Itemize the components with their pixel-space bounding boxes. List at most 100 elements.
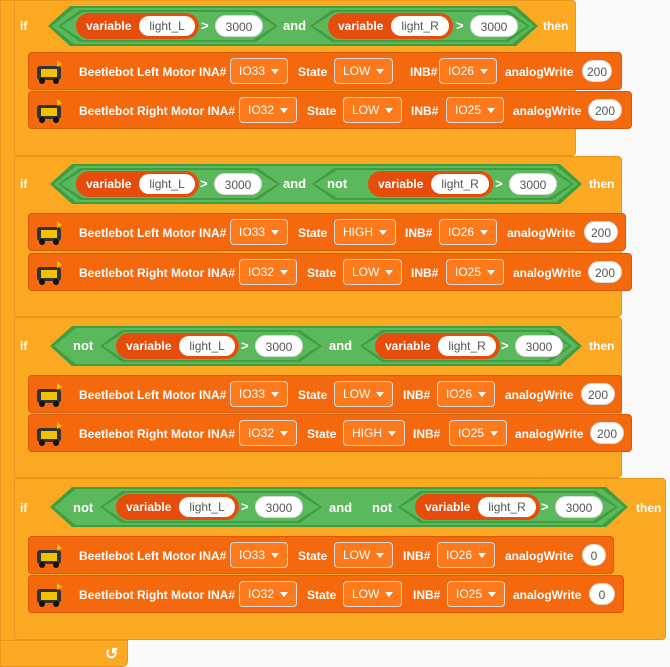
left-motor-label: Beetlebot Left Motor INA# [79,226,227,240]
var-name[interactable]: light_L [179,336,235,356]
state-dropdown[interactable]: LOW [343,97,403,123]
variable-block[interactable]: variable light_L [116,494,239,520]
value-input[interactable]: 3000 [255,496,303,518]
state-dropdown[interactable]: LOW [334,381,394,407]
if-label: if [20,19,28,33]
left-motor-block[interactable]: Beetlebot Left Motor INA# IO33 State LOW… [28,536,614,574]
variable-block[interactable]: variable light_R [328,13,453,39]
inb-dropdown[interactable]: IO25 [446,97,505,123]
value-input[interactable]: 3000 [214,173,262,195]
not-label: not [73,338,94,353]
ina-dropdown[interactable]: IO33 [230,381,289,407]
inb-value: IO26 [448,64,475,78]
right-motor-block[interactable]: Beetlebot Right Motor INA# IO32 State LO… [28,575,624,613]
inb-dropdown[interactable]: IO25 [446,259,505,285]
inb-dropdown[interactable]: IO25 [449,420,508,446]
chevron-down-icon [480,229,489,235]
loop-block-footer[interactable]: ↺ [0,640,128,667]
inb-label: INB# [403,549,431,563]
if-label: if [20,177,28,191]
pwm-input[interactable]: 200 [584,221,618,243]
variable-label: variable [126,500,172,514]
not-label: not [372,500,393,515]
state-dropdown[interactable]: HIGH [343,420,405,446]
then-label: then [589,177,615,191]
beetlebot-icon [37,544,62,568]
pwm-input[interactable]: 200 [581,383,615,405]
ina-dropdown[interactable]: IO32 [239,581,298,607]
state-dropdown[interactable]: HIGH [334,219,396,245]
chevron-down-icon [385,269,394,275]
var-name[interactable]: light_L [139,16,195,36]
ina-value: IO32 [248,265,275,279]
analog-label: analogWrite [515,427,584,441]
state-label: State [298,388,328,402]
value-input[interactable]: 3000 [215,15,263,37]
state-dropdown[interactable]: LOW [334,542,394,568]
state-value: LOW [343,387,371,401]
pwm-input[interactable]: 200 [590,422,624,444]
if-label: if [20,501,28,515]
value-input[interactable]: 3000 [255,335,303,357]
left-motor-block[interactable]: Beetlebot Left Motor INA# IO33 State LOW… [28,52,622,90]
var-name[interactable]: light_L [179,497,235,517]
gt-op: > [501,338,509,353]
right-motor-block[interactable]: Beetlebot Right Motor INA# IO32 State LO… [28,253,632,291]
ina-dropdown[interactable]: IO33 [230,58,289,84]
var-name[interactable]: light_R [431,174,489,194]
value-input[interactable]: 3000 [509,173,557,195]
pwm-input[interactable]: 200 [582,60,612,82]
left-motor-block[interactable]: Beetlebot Left Motor INA# IO33 State LOW… [28,375,622,413]
and-label: and [283,18,307,33]
ina-dropdown[interactable]: IO32 [239,259,298,285]
inb-dropdown[interactable]: IO26 [437,381,496,407]
variable-block[interactable]: variable light_L [116,333,239,359]
variable-block[interactable]: variable light_R [415,494,540,520]
state-dropdown[interactable]: LOW [334,58,394,84]
value-input[interactable]: 3000 [515,335,563,357]
analog-label: analogWrite [513,588,582,602]
state-label: State [298,549,328,563]
var-name[interactable]: light_R [391,16,449,36]
gt-op: > [241,499,249,514]
and-label: and [329,338,353,353]
beetlebot-icon [37,422,62,446]
value-input[interactable]: 3000 [555,496,603,518]
chevron-down-icon [385,591,394,597]
pwm-input[interactable]: 200 [588,99,622,121]
right-motor-block[interactable]: Beetlebot Right Motor INA# IO32 State LO… [28,91,632,129]
left-motor-block[interactable]: Beetlebot Left Motor INA# IO33 State HIG… [28,213,626,251]
ina-dropdown[interactable]: IO33 [230,542,289,568]
ina-dropdown[interactable]: IO32 [239,420,298,446]
inb-dropdown[interactable]: IO26 [439,58,498,84]
chevron-down-icon [271,68,280,74]
variable-block[interactable]: variable light_R [375,333,500,359]
var-name[interactable]: light_R [438,336,496,356]
ina-dropdown[interactable]: IO33 [230,219,289,245]
right-motor-label: Beetlebot Right Motor INA# [79,588,235,602]
ina-dropdown[interactable]: IO32 [239,97,298,123]
var-name[interactable]: light_L [139,174,195,194]
gt-op: > [456,18,464,33]
beetlebot-icon [37,583,62,607]
inb-dropdown[interactable]: IO26 [437,542,496,568]
right-motor-block[interactable]: Beetlebot Right Motor INA# IO32 State HI… [28,414,632,452]
pwm-input[interactable]: 0 [589,583,615,605]
variable-block[interactable]: variable light_L [76,171,199,197]
inb-dropdown[interactable]: IO26 [439,219,498,245]
pwm-input[interactable]: 200 [588,261,622,283]
chevron-down-icon [271,229,280,235]
inb-value: IO26 [446,548,473,562]
pwm-input[interactable]: 0 [582,544,606,566]
right-motor-label: Beetlebot Right Motor INA# [79,266,235,280]
state-dropdown[interactable]: LOW [343,259,403,285]
var-name[interactable]: light_R [478,497,536,517]
variable-block[interactable]: variable light_L [76,13,199,39]
state-value: LOW [343,64,371,78]
variable-block[interactable]: variable light_R [368,171,493,197]
ina-value: IO32 [248,587,275,601]
state-dropdown[interactable]: LOW [343,581,403,607]
state-label: State [307,427,337,441]
value-input[interactable]: 3000 [470,15,518,37]
inb-dropdown[interactable]: IO25 [447,581,506,607]
